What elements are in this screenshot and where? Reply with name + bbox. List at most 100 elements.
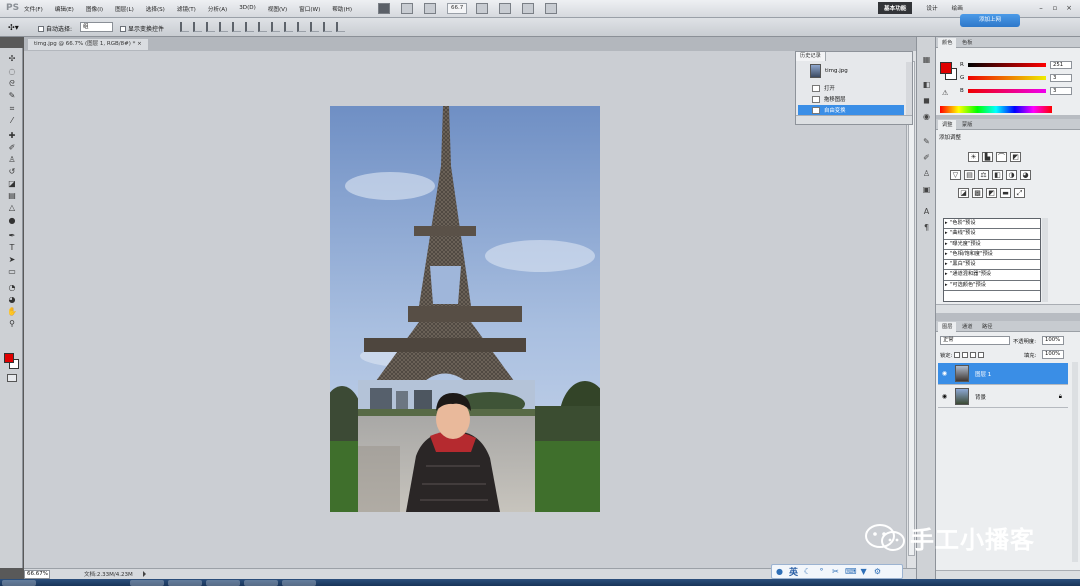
arrange-documents-icon[interactable]: [522, 3, 535, 14]
menu-3d[interactable]: 3D(D): [239, 5, 256, 13]
distribute-hcenter-icon[interactable]: [310, 22, 319, 32]
align-bottom-icon[interactable]: [206, 22, 215, 32]
menu-file[interactable]: 文件(F): [24, 5, 43, 13]
vibrance-icon[interactable]: ▽: [950, 170, 961, 180]
clone-source-icon[interactable]: ♙: [921, 169, 932, 179]
keyboard-icon[interactable]: ⌨: [845, 567, 857, 576]
photo-filter-icon[interactable]: ◑: [1006, 170, 1017, 180]
ime-language-toggle[interactable]: 英: [789, 565, 798, 578]
taskbar-app-button[interactable]: [206, 580, 240, 586]
green-slider[interactable]: [968, 75, 1046, 80]
taskbar-app-button[interactable]: [168, 580, 202, 586]
eye-icon[interactable]: ◉: [940, 393, 949, 400]
mini-bridge-icon[interactable]: [401, 3, 413, 14]
move-tool-icon[interactable]: ✣: [6, 54, 18, 63]
list-item[interactable]: "黑白"预设: [944, 260, 1040, 271]
opacity-field[interactable]: 100%: [1042, 336, 1064, 345]
healing-brush-tool-icon[interactable]: ✚: [6, 131, 18, 140]
tab-paths[interactable]: 路径: [978, 322, 996, 332]
show-transform-option[interactable]: 显示变换控件: [120, 24, 164, 33]
foreground-color-swatch[interactable]: [4, 353, 14, 363]
workspace-painting[interactable]: 绘画: [952, 4, 963, 12]
quick-mask-icon[interactable]: [7, 374, 17, 382]
exposure-icon[interactable]: ◩: [1010, 152, 1021, 162]
status-menu-icon[interactable]: [142, 571, 146, 577]
lock-transparent-icon[interactable]: [954, 352, 961, 358]
lasso-tool-icon[interactable]: ᘓ: [6, 79, 18, 88]
red-slider[interactable]: [968, 62, 1046, 67]
fill-field[interactable]: 100%: [1042, 350, 1064, 359]
layer-row-background[interactable]: ◉ 背景 🔒︎: [938, 386, 1068, 408]
zoom-tool-icon[interactable]: ⚲: [6, 319, 18, 328]
history-brush-tool-icon[interactable]: ↺: [6, 167, 18, 176]
cloud-button[interactable]: 添加上网: [960, 14, 1020, 27]
punctuation-icon[interactable]: °: [817, 567, 826, 576]
threshold-icon[interactable]: ◩: [986, 188, 997, 198]
maximize-icon[interactable]: ▫: [1050, 4, 1060, 13]
auto-select-target-select[interactable]: 组: [80, 22, 113, 32]
screen-mode-icon[interactable]: [545, 3, 558, 14]
zoom-level-select[interactable]: 66.7: [447, 3, 468, 14]
layers-scrollbar[interactable]: [1072, 362, 1078, 562]
scroll-thumb[interactable]: [908, 61, 915, 556]
3d-orbit-tool-icon[interactable]: ◕: [6, 295, 18, 304]
eraser-tool-icon[interactable]: ◪: [6, 179, 18, 188]
menu-edit[interactable]: 编辑(E): [55, 5, 74, 13]
menu-select[interactable]: 选择(S): [146, 5, 165, 13]
3d-rotate-tool-icon[interactable]: ◔: [6, 283, 18, 292]
distribute-bottom-icon[interactable]: [284, 22, 293, 32]
menu-layer[interactable]: 图层(L): [115, 5, 134, 13]
skin-icon[interactable]: ▼: [859, 567, 868, 576]
tab-adjustments[interactable]: 调整: [938, 120, 957, 130]
move-tool-preset-icon[interactable]: ✣▾: [8, 22, 26, 33]
blue-slider[interactable]: [968, 88, 1046, 93]
eyedropper-tool-icon[interactable]: ⁄: [6, 116, 18, 125]
gradient-tool-icon[interactable]: ▤: [6, 191, 18, 200]
presets-scrollbar[interactable]: [1042, 218, 1048, 302]
styles-icon[interactable]: ◼: [921, 96, 932, 106]
history-snapshot[interactable]: timg.jpg: [798, 63, 908, 79]
hand-tool-icon[interactable]: [476, 3, 489, 14]
menu-image[interactable]: 图像(I): [86, 5, 103, 13]
ime-logo-icon[interactable]: ●: [775, 567, 784, 576]
levels-icon[interactable]: ▙: [982, 152, 993, 162]
bridge-icon[interactable]: [378, 3, 390, 14]
tab-masks[interactable]: 蒙版: [958, 120, 976, 130]
type-tool-icon[interactable]: T: [6, 243, 18, 252]
swatches-icon[interactable]: ◧: [921, 80, 932, 90]
path-selection-tool-icon[interactable]: ➤: [6, 255, 18, 264]
history-scrollbar[interactable]: [906, 62, 912, 116]
eye-icon[interactable]: ◉: [940, 370, 949, 377]
align-hcenter-icon[interactable]: [232, 22, 241, 32]
distribute-left-icon[interactable]: [297, 22, 306, 32]
green-value-field[interactable]: 3: [1050, 73, 1072, 82]
black-white-icon[interactable]: ◧: [992, 170, 1003, 180]
shape-tool-icon[interactable]: ▭: [6, 267, 18, 276]
quick-select-tool-icon[interactable]: ✎: [6, 91, 18, 100]
posterize-icon[interactable]: ▩: [972, 188, 983, 198]
list-item[interactable]: "色相/饱和度"预设: [944, 250, 1040, 261]
scissors-icon[interactable]: ✂: [831, 567, 840, 576]
red-value-field[interactable]: 251: [1050, 60, 1072, 69]
distribute-right-icon[interactable]: [323, 22, 332, 32]
brush-presets-icon[interactable]: ✐: [921, 153, 932, 163]
hue-saturation-icon[interactable]: ▤: [964, 170, 975, 180]
list-item[interactable]: "曲线"预设: [944, 229, 1040, 240]
align-top-icon[interactable]: [180, 22, 189, 32]
navigator-icon[interactable]: ◉: [921, 112, 932, 122]
menu-help[interactable]: 帮助(H): [332, 5, 352, 13]
rotate-view-icon[interactable]: [499, 3, 512, 14]
document-tab[interactable]: timg.jpg @ 66.7% (图层 1, RGB/8#) * ×: [28, 39, 148, 50]
tab-color[interactable]: 颜色: [938, 38, 957, 48]
blend-mode-select[interactable]: 正常: [940, 336, 1010, 345]
auto-select-option[interactable]: 自动选择:: [38, 24, 72, 33]
dodge-tool-icon[interactable]: ●: [6, 216, 18, 225]
layer-row-1[interactable]: ◉ 图层 1: [938, 363, 1068, 385]
tab-history[interactable]: 历史记录: [796, 52, 826, 61]
workspace-design[interactable]: 设计: [926, 4, 937, 12]
history-step-free-transform[interactable]: 自由变换: [798, 105, 904, 115]
color-balance-icon[interactable]: ⚖: [978, 170, 989, 180]
lock-all-icon[interactable]: [978, 352, 985, 358]
canvas-vertical-scrollbar[interactable]: [906, 51, 916, 568]
selective-color-icon[interactable]: ⤢: [1014, 188, 1025, 198]
